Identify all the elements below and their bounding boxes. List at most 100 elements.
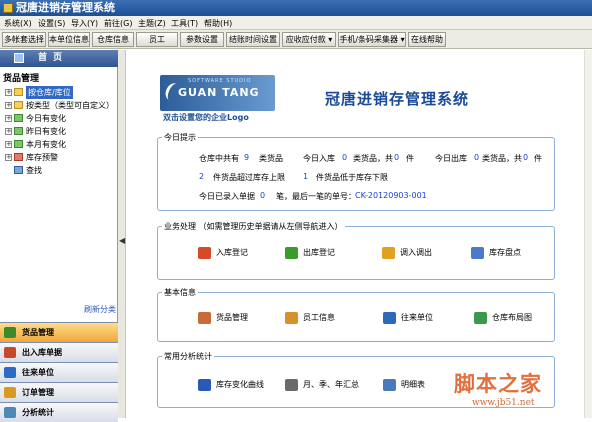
summary-icon xyxy=(285,379,298,391)
partners-icon xyxy=(383,312,396,324)
folder-icon xyxy=(14,88,23,96)
online-help-button[interactable]: 在线帮助 xyxy=(408,32,446,47)
stock-in-button[interactable]: 入库登记 xyxy=(198,245,248,261)
staff-icon xyxy=(285,312,298,324)
menu-theme[interactable]: 主题(Z) xyxy=(138,18,166,29)
period-summary-button[interactable]: 月、季、年汇总 xyxy=(285,377,359,393)
refresh-category-link[interactable]: 刷新分类 xyxy=(84,304,116,315)
goods-management-button[interactable]: 货品管理 xyxy=(198,310,248,326)
documents-today-count: 0 xyxy=(260,191,266,200)
business-panel: 业务处理 （如需管理历史单据请从左侧导航进入） 入库登记 出库登记 调入调出 库… xyxy=(157,221,555,280)
tree-item-by-type[interactable]: + 按类型（类型可自定义） xyxy=(4,99,118,112)
last-document-number[interactable]: CK-20120903-001 xyxy=(355,191,427,200)
vertical-scrollbar[interactable] xyxy=(584,50,592,418)
closing-time-button[interactable]: 结账时间设置 xyxy=(226,32,280,47)
panel-title: 常用分析统计 xyxy=(162,351,214,362)
stock-curve-button[interactable]: 库存变化曲线 xyxy=(198,377,264,393)
nav-tab-documents[interactable]: 出入库单据 xyxy=(0,342,118,362)
staff-info-button[interactable]: 员工信息 xyxy=(285,310,335,326)
site-watermark: 脚本之家 www.jb51.net xyxy=(454,371,542,408)
basic-info-panel: 基本信息 货品管理 员工信息 往来单位 仓库布局图 xyxy=(157,287,555,342)
chart-icon xyxy=(198,379,211,391)
panel-title: 今日提示 xyxy=(162,132,198,143)
stock-count: 9 xyxy=(244,153,250,162)
tree-item-by-warehouse[interactable]: + 按仓库/库位 xyxy=(4,86,118,99)
under-limit-count: 1 xyxy=(303,172,309,181)
expand-icon[interactable]: + xyxy=(5,128,12,135)
nav-tab-analysis[interactable]: 分析统计 xyxy=(0,402,118,422)
warehouse-icon xyxy=(474,312,487,324)
analysis-icon xyxy=(4,407,16,418)
nav-tab-orders[interactable]: 订单管理 xyxy=(0,382,118,402)
partners-icon xyxy=(4,367,16,378)
menu-bar: 系统(X) 设置(S) 导入(Y) 前往(G) 主题(Z) 工具(T) 帮助(H… xyxy=(0,16,592,30)
tree-item-yesterday-changed[interactable]: + 昨日有变化 xyxy=(4,125,118,138)
stocktake-button[interactable]: 库存盘点 xyxy=(471,245,521,261)
menu-help[interactable]: 帮助(H) xyxy=(204,18,232,29)
alert-icon xyxy=(14,153,23,161)
menu-settings[interactable]: 设置(S) xyxy=(38,18,65,29)
menu-import[interactable]: 导入(Y) xyxy=(71,18,98,29)
table-icon xyxy=(383,379,396,391)
warehouse-info-button[interactable]: 仓库信息 xyxy=(92,32,134,47)
partners-button[interactable]: 往来单位 xyxy=(383,310,433,326)
transfer-icon xyxy=(382,247,395,259)
under-limit-label[interactable]: 件货品低于库存下限 xyxy=(316,172,388,183)
folder-icon xyxy=(14,127,23,135)
receivables-payables-button[interactable]: 应收应付款 ▾ xyxy=(282,32,336,47)
inbound-qty-unit: 件 xyxy=(406,154,414,163)
expand-icon[interactable]: + xyxy=(5,141,12,148)
company-logo[interactable]: SOFTWARE STUDIO GUAN TANG xyxy=(160,75,275,111)
orders-icon xyxy=(4,387,16,398)
menu-system[interactable]: 系统(X) xyxy=(4,18,32,29)
folder-icon xyxy=(14,101,23,109)
tree-item-month-changed[interactable]: + 本月有变化 xyxy=(4,138,118,151)
detail-table-button[interactable]: 明细表 xyxy=(383,377,425,393)
folder-icon xyxy=(14,140,23,148)
company-info-button[interactable]: 本单位信息 xyxy=(48,32,90,47)
expand-icon[interactable]: + xyxy=(5,89,12,96)
menu-goto[interactable]: 前往(G) xyxy=(104,18,132,29)
tree-item-stock-alert[interactable]: + 库存预警 xyxy=(4,151,118,164)
window-title: 冠唐进销存管理系统 xyxy=(16,1,115,14)
outbound-qty-unit: 件 xyxy=(534,154,542,163)
collapse-arrow-icon[interactable]: ◀ xyxy=(119,236,125,245)
over-limit-count: 2 xyxy=(199,172,205,181)
folder-icon xyxy=(14,114,23,122)
tree-item-search[interactable]: 查找 xyxy=(4,164,118,177)
staff-button[interactable]: 员工 xyxy=(136,32,178,47)
inbound-label: 今日入库 xyxy=(303,154,335,163)
outbound-label: 今日出库 xyxy=(435,154,467,163)
outbound-qty: 0 xyxy=(523,153,529,162)
expand-icon[interactable]: + xyxy=(5,154,12,161)
warehouse-layout-button[interactable]: 仓库布局图 xyxy=(474,310,532,326)
nav-tab-partners[interactable]: 往来单位 xyxy=(0,362,118,382)
transfer-button[interactable]: 调入调出 xyxy=(382,245,432,261)
stock-unit: 类货品 xyxy=(259,154,283,163)
expand-icon[interactable]: + xyxy=(5,102,12,109)
multi-account-button[interactable]: 多帐套选择 xyxy=(2,32,46,47)
system-title: 冠唐进销存管理系统 xyxy=(325,90,470,108)
outbound-unit: 类货品，共 xyxy=(482,154,522,163)
sidebar-splitter[interactable]: ◀ xyxy=(118,50,126,418)
sidebar: 首页 货品管理 + 按仓库/库位 + 按类型（类型可自定义） + 今日有变化 + 昨日有… xyxy=(0,50,118,422)
search-icon xyxy=(14,166,23,174)
stock-out-button[interactable]: 出库登记 xyxy=(285,245,335,261)
panel-title: 基本信息 xyxy=(162,287,198,298)
over-limit-label[interactable]: 件货品超过库存上限 xyxy=(213,172,285,183)
stock-out-icon xyxy=(285,247,298,259)
parameter-settings-button[interactable]: 参数设置 xyxy=(180,32,224,47)
last-document-label: 笔，最后一笔的单号： xyxy=(276,192,356,201)
scanner-button[interactable]: 手机/条码采集器 ▾ xyxy=(338,32,406,47)
documents-today-label: 今日已录入单据 xyxy=(199,192,255,201)
documents-icon xyxy=(4,347,16,358)
nav-tab-goods[interactable]: 货品管理 xyxy=(0,322,118,342)
home-icon xyxy=(14,53,24,63)
stock-in-icon xyxy=(198,247,211,259)
menu-tools[interactable]: 工具(T) xyxy=(171,18,198,29)
tree-item-today-changed[interactable]: + 今日有变化 xyxy=(4,112,118,125)
sidebar-home-header[interactable]: 首页 xyxy=(0,50,118,67)
panel-title: 业务处理 （如需管理历史单据请从左侧导航进入） xyxy=(162,221,345,232)
expand-icon[interactable]: + xyxy=(5,115,12,122)
app-icon xyxy=(3,3,13,13)
